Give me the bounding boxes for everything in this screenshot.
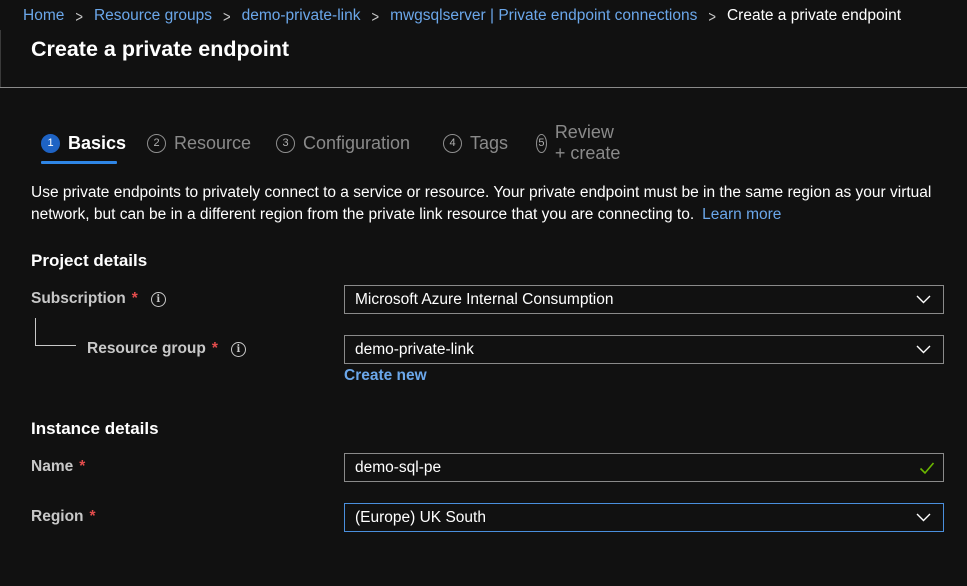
name-label-text: Name [31, 458, 74, 475]
tab-resource[interactable]: 2 Resource [147, 130, 251, 156]
subscription-label: Subscription * i [31, 290, 166, 308]
breadcrumb: Home > Resource groups > demo-private-li… [23, 6, 901, 26]
step-number-badge: 4 [443, 133, 462, 153]
chevron-down-icon [916, 295, 931, 304]
tab-label: Basics [68, 132, 127, 153]
resource-group-label-text: Resource group [87, 340, 206, 357]
chevron-down-icon [916, 513, 931, 522]
step-number-badge: 1 [41, 133, 60, 153]
breadcrumb-endpoint-connections[interactable]: mwgsqlserver | Private endpoint connecti… [390, 7, 697, 25]
required-asterisk: * [79, 458, 86, 475]
tab-label: Review + create [554, 122, 621, 163]
tree-connector [35, 345, 76, 346]
resource-group-label: Resource group * i [87, 340, 246, 358]
page-title: Create a private endpoint [31, 37, 290, 61]
chevron-right-icon: > [371, 7, 380, 25]
breadcrumb-current: Create a private endpoint [726, 7, 902, 24]
info-icon[interactable]: i [150, 291, 166, 307]
info-icon[interactable]: i [230, 341, 246, 357]
name-input[interactable]: demo-sql-pe [344, 453, 944, 482]
required-asterisk: * [131, 290, 138, 307]
checkmark-icon [919, 462, 935, 475]
step-number-badge: 3 [276, 133, 295, 153]
intro-description: Use private endpoints to privately conne… [31, 182, 951, 226]
tab-tags[interactable]: 4 Tags [443, 130, 508, 156]
breadcrumb-resource-groups[interactable]: Resource groups [94, 7, 212, 25]
panel-edge [0, 30, 1, 87]
required-asterisk: * [211, 340, 218, 357]
create-new-link[interactable]: Create new [344, 367, 427, 385]
tab-label: Tags [470, 132, 509, 153]
tab-configuration[interactable]: 3 Configuration [276, 130, 410, 156]
instance-details-heading: Instance details [31, 419, 159, 438]
project-details-heading: Project details [31, 251, 148, 270]
name-value: demo-sql-pe [355, 458, 442, 476]
resource-group-value: demo-private-link [355, 340, 474, 358]
subscription-label-text: Subscription [31, 290, 126, 307]
tab-label: Configuration [303, 132, 411, 153]
chevron-down-icon [916, 345, 931, 354]
resource-group-select[interactable]: demo-private-link [344, 335, 944, 364]
name-label: Name * [31, 458, 85, 476]
tree-connector [35, 318, 36, 346]
region-value: (Europe) UK South [355, 508, 486, 526]
tab-review-create[interactable]: 5 Review + create [536, 122, 622, 163]
breadcrumb-home[interactable]: Home [23, 7, 64, 25]
title-divider [0, 87, 967, 88]
chevron-right-icon: > [708, 7, 716, 25]
region-select[interactable]: (Europe) UK South [344, 503, 944, 532]
step-number-badge: 5 [536, 133, 547, 153]
learn-more-link[interactable]: Learn more [702, 206, 781, 223]
tab-label: Resource [174, 132, 252, 153]
chevron-right-icon: > [75, 7, 83, 25]
step-number-badge: 2 [147, 133, 166, 153]
active-tab-indicator [41, 161, 117, 164]
region-label-text: Region [31, 508, 84, 525]
subscription-value: Microsoft Azure Internal Consumption [355, 290, 614, 308]
tab-basics[interactable]: 1 Basics [41, 130, 126, 156]
required-asterisk: * [89, 508, 96, 525]
subscription-select[interactable]: Microsoft Azure Internal Consumption [344, 285, 944, 314]
intro-text: Use private endpoints to privately conne… [31, 184, 932, 223]
chevron-right-icon: > [223, 7, 231, 25]
region-label: Region * [31, 508, 96, 526]
breadcrumb-resource-group[interactable]: demo-private-link [242, 7, 361, 25]
